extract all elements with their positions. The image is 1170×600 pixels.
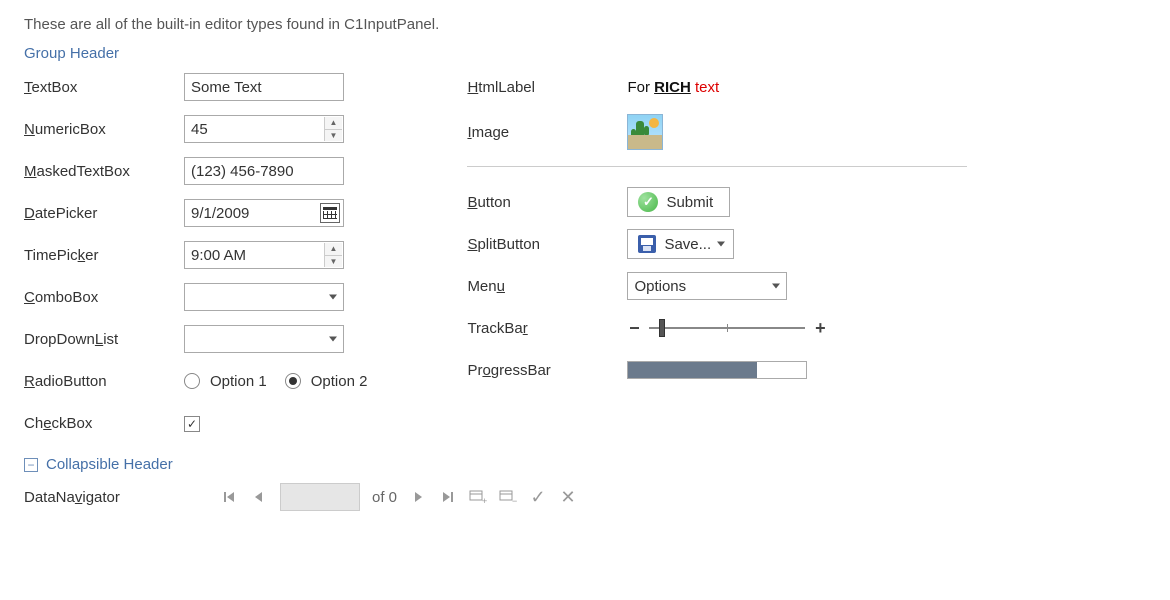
chevron-down-icon[interactable] <box>717 242 725 247</box>
htmllabel-text: text <box>695 79 719 96</box>
options-menu-text: Options <box>634 278 686 295</box>
svg-text:+: + <box>482 496 487 505</box>
progressbar <box>627 361 807 379</box>
nav-apply-button[interactable]: ✓ <box>529 488 547 506</box>
minus-icon[interactable]: − <box>627 318 641 339</box>
numeric-spin-up[interactable]: ▲ <box>324 117 342 130</box>
numericbox-input[interactable]: 45 ▲ ▼ <box>184 115 344 143</box>
plus-icon[interactable]: + <box>813 318 827 339</box>
radiobutton-label: RadioButton <box>24 373 184 390</box>
htmllabel-for: For <box>627 79 650 96</box>
htmllabel-label: HtmlLabel <box>467 79 627 96</box>
checkbox-label: CheckBox <box>24 415 184 432</box>
intro-text: These are all of the built-in editor typ… <box>24 16 1146 33</box>
datepicker-label: DatePicker <box>24 205 184 222</box>
nav-add-button[interactable]: + <box>469 488 487 506</box>
radio-icon <box>184 373 200 389</box>
save-icon <box>638 235 656 253</box>
chevron-down-icon <box>329 337 337 342</box>
nav-delete-button[interactable]: − <box>499 488 517 506</box>
options-menu[interactable]: Options <box>627 272 787 300</box>
radio-option-1-label: Option 1 <box>210 373 267 390</box>
splitbutton-label: SplitButton <box>467 236 627 253</box>
timepicker-input[interactable]: 9:00 AM ▲ ▼ <box>184 241 344 269</box>
submit-button[interactable]: ✓ Submit <box>627 187 730 217</box>
collapse-minus-icon[interactable]: − <box>24 458 38 472</box>
image-label: Image <box>467 124 627 141</box>
menu-label: Menu <box>467 278 627 295</box>
datepicker-value: 9/1/2009 <box>191 205 249 222</box>
timepicker-label: TimePicker <box>24 247 184 264</box>
collapsible-header-text: Collapsible Header <box>46 456 173 473</box>
sun-icon <box>649 118 659 128</box>
nav-next-button[interactable] <box>409 488 427 506</box>
save-button-text: Save... <box>664 236 711 253</box>
timepicker-value: 9:00 AM <box>191 247 246 264</box>
check-circle-icon: ✓ <box>638 192 658 212</box>
nav-first-button[interactable] <box>220 488 238 506</box>
htmllabel-value: For RICH text <box>627 79 719 96</box>
nav-page-input[interactable] <box>280 483 360 511</box>
left-column: TextBox NumericBox 45 ▲ ▼ MaskedTextBox <box>24 72 367 438</box>
time-spin-down[interactable]: ▼ <box>324 256 342 268</box>
radio-option-2-label: Option 2 <box>311 373 368 390</box>
radio-icon <box>285 373 301 389</box>
collapsible-header[interactable]: − Collapsible Header <box>24 456 1146 473</box>
divider <box>467 166 967 167</box>
save-split-button[interactable]: Save... <box>627 229 734 259</box>
progressbar-fill <box>628 362 756 378</box>
submit-button-text: Submit <box>666 194 713 211</box>
nav-cancel-button[interactable]: ✕ <box>559 488 577 506</box>
button-label: Button <box>467 194 627 211</box>
numericbox-label: NumericBox <box>24 121 184 138</box>
trackbar-control[interactable]: − + <box>627 318 827 339</box>
htmllabel-rich: RICH <box>654 79 691 96</box>
dropdownlist-input[interactable] <box>184 325 344 353</box>
nav-of-label: of 0 <box>372 489 397 506</box>
nav-prev-button[interactable] <box>250 488 268 506</box>
radio-option-1[interactable]: Option 1 <box>184 373 267 390</box>
trackbar-thumb[interactable] <box>659 319 665 337</box>
numeric-spin-down[interactable]: ▼ <box>324 130 342 142</box>
trackbar-label: TrackBar <box>467 320 627 337</box>
calendar-icon[interactable] <box>320 203 340 223</box>
textbox-input[interactable] <box>184 73 344 101</box>
nav-last-button[interactable] <box>439 488 457 506</box>
datanavigator-label: DataNavigator <box>24 489 208 506</box>
datepicker-input[interactable]: 9/1/2009 <box>184 199 344 227</box>
textbox-label: TextBox <box>24 79 184 96</box>
combobox-input[interactable] <box>184 283 344 311</box>
combobox-label: ComboBox <box>24 289 184 306</box>
numericbox-value: 45 <box>191 121 208 138</box>
dropdownlist-label: DropDownList <box>24 331 184 348</box>
sample-image <box>627 114 663 150</box>
progressbar-label: ProgressBar <box>467 362 627 379</box>
trackbar-track[interactable] <box>649 327 805 329</box>
maskedtextbox-label: MaskedTextBox <box>24 163 184 180</box>
right-column: HtmlLabel For RICH text Image Button <box>467 72 967 438</box>
radio-option-2[interactable]: Option 2 <box>285 373 368 390</box>
time-spin-up[interactable]: ▲ <box>324 243 342 256</box>
checkbox-input[interactable]: ✓ <box>184 416 200 432</box>
chevron-down-icon <box>772 284 780 289</box>
maskedtextbox-input[interactable] <box>184 157 344 185</box>
group-header: Group Header <box>24 45 1146 62</box>
chevron-down-icon <box>329 295 337 300</box>
svg-text:−: − <box>512 496 517 505</box>
